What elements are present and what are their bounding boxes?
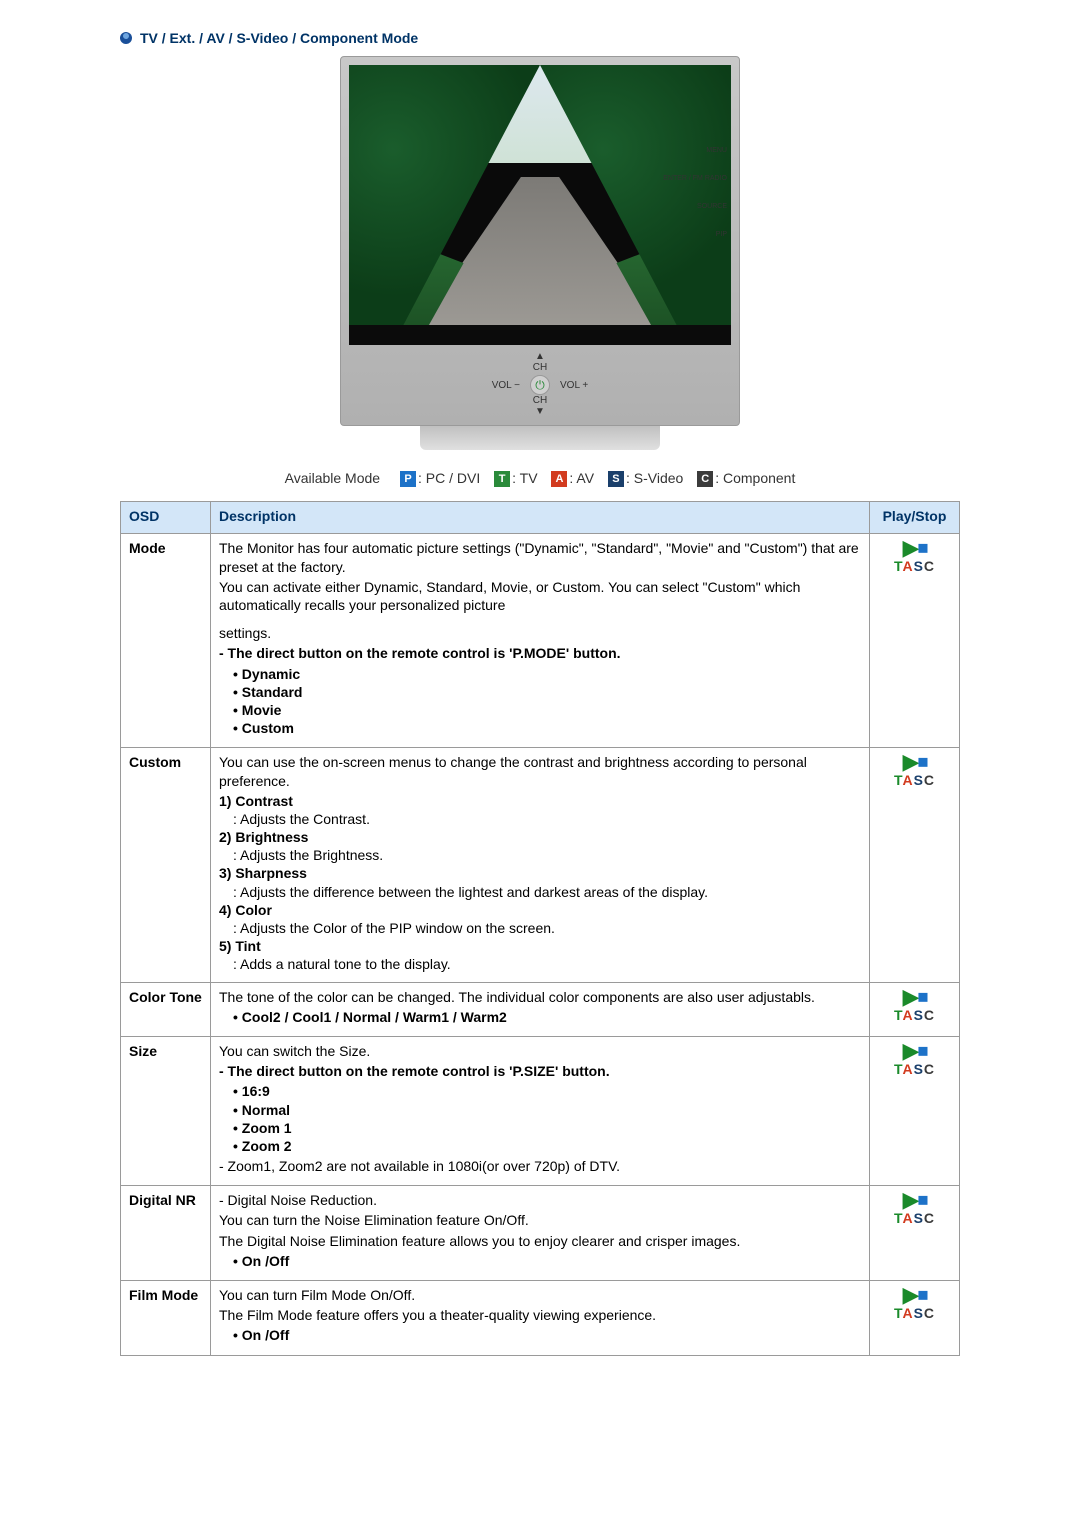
table-row: Mode The Monitor has four automatic pict… bbox=[121, 534, 960, 748]
section-header: TV / Ext. / AV / S-Video / Component Mod… bbox=[120, 30, 960, 46]
th-osd: OSD bbox=[121, 502, 211, 534]
row-label-size: Size bbox=[121, 1036, 211, 1185]
tv-controls: ▲CH VOL − ⏻ VOL + CH▼ bbox=[349, 351, 731, 417]
play-icon: ▶ bbox=[903, 984, 918, 1009]
row-playstop-digitalnr: ▶⏹ TASC bbox=[870, 1186, 960, 1281]
available-mode-legend: Available Mode P: PC / DVI T: TV A: AV S… bbox=[120, 470, 960, 487]
row-label-colortone: Color Tone bbox=[121, 982, 211, 1036]
tasc-badge: TASC bbox=[894, 557, 935, 575]
row-playstop-size: ▶⏹ TASC bbox=[870, 1036, 960, 1185]
table-header-row: OSD Description Play/Stop bbox=[121, 502, 960, 534]
row-desc-custom: You can use the on-screen menus to chang… bbox=[211, 748, 870, 982]
mode-badge-pc-icon: P bbox=[400, 471, 416, 487]
tv-side-labels: MENU ENTER / FM RADIO SOURCE PIP bbox=[663, 137, 727, 249]
section-title: TV / Ext. / AV / S-Video / Component Mod… bbox=[140, 30, 418, 46]
table-row: Film Mode You can turn Film Mode On/Off.… bbox=[121, 1281, 960, 1356]
legend-label: Available Mode bbox=[285, 470, 380, 486]
row-desc-mode: The Monitor has four automatic picture s… bbox=[211, 534, 870, 748]
table-row: Digital NR - Digital Noise Reduction. Yo… bbox=[121, 1186, 960, 1281]
mode-badge-component-icon: C bbox=[697, 471, 713, 487]
tasc-badge: TASC bbox=[894, 1304, 935, 1322]
row-playstop-mode: ▶⏹ TASC bbox=[870, 534, 960, 748]
tv-illustration: ▲CH VOL − ⏻ VOL + CH▼ MENU ENTER / FM RA… bbox=[340, 56, 740, 450]
row-playstop-filmmode: ▶⏹ TASC bbox=[870, 1281, 960, 1356]
row-label-custom: Custom bbox=[121, 748, 211, 982]
tasc-badge: TASC bbox=[894, 1006, 935, 1024]
row-desc-size: You can switch the Size. - The direct bu… bbox=[211, 1036, 870, 1185]
row-desc-filmmode: You can turn Film Mode On/Off. The Film … bbox=[211, 1281, 870, 1356]
tasc-badge: TASC bbox=[894, 771, 935, 789]
tasc-badge: TASC bbox=[894, 1209, 935, 1227]
th-description: Description bbox=[211, 502, 870, 534]
bullet-icon bbox=[120, 32, 132, 44]
table-row: Color Tone The tone of the color can be … bbox=[121, 982, 960, 1036]
mode-badge-av-icon: A bbox=[551, 471, 567, 487]
table-row: Custom You can use the on-screen menus t… bbox=[121, 748, 960, 982]
row-label-filmmode: Film Mode bbox=[121, 1281, 211, 1356]
tasc-badge: TASC bbox=[894, 1060, 935, 1078]
row-playstop-colortone: ▶⏹ TASC bbox=[870, 982, 960, 1036]
row-desc-digitalnr: - Digital Noise Reduction. You can turn … bbox=[211, 1186, 870, 1281]
osd-table: OSD Description Play/Stop Mode The Monit… bbox=[120, 501, 960, 1355]
row-label-digitalnr: Digital NR bbox=[121, 1186, 211, 1281]
power-icon: ⏻ bbox=[530, 375, 550, 395]
row-label-mode: Mode bbox=[121, 534, 211, 748]
row-playstop-custom: ▶⏹ TASC bbox=[870, 748, 960, 982]
row-desc-colortone: The tone of the color can be changed. Th… bbox=[211, 982, 870, 1036]
mode-badge-tv-icon: T bbox=[494, 471, 510, 487]
stop-icon: ⏹ bbox=[917, 984, 926, 1009]
table-row: Size You can switch the Size. - The dire… bbox=[121, 1036, 960, 1185]
th-playstop: Play/Stop bbox=[870, 502, 960, 534]
mode-badge-svideo-icon: S bbox=[608, 471, 624, 487]
